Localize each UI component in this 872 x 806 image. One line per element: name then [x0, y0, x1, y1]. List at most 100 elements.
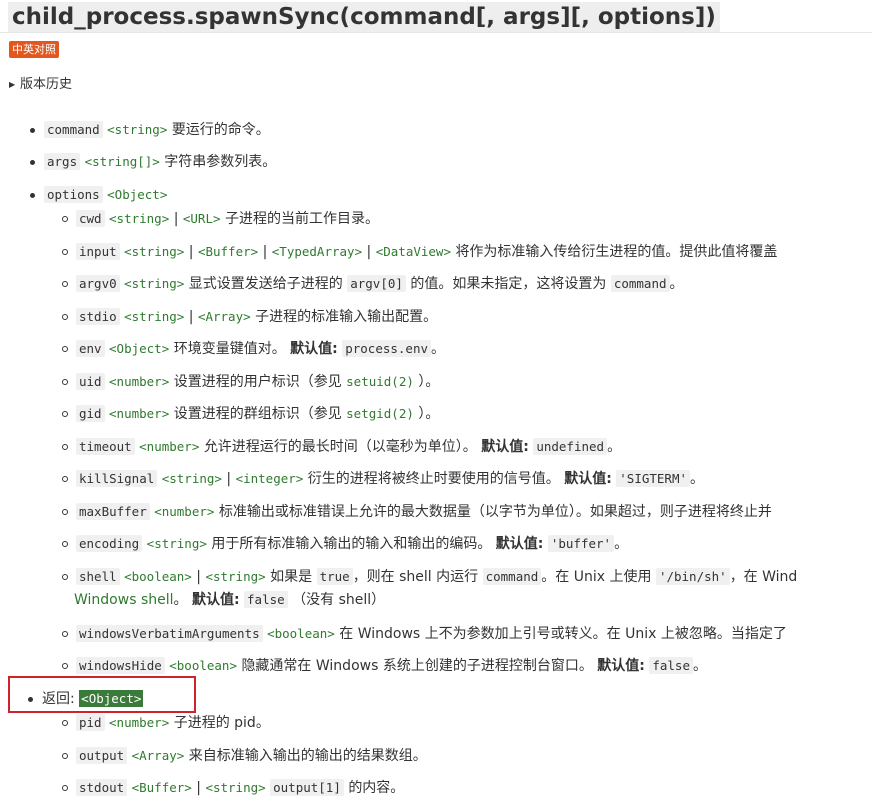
inline-code: command	[482, 568, 542, 585]
bullet-icon	[62, 509, 68, 515]
type-separator: |	[226, 471, 232, 487]
type-separator: |	[262, 244, 268, 260]
option-input: input <string> | <Buffer> | <TypedArray>…	[62, 241, 778, 263]
option-description: （没有 shell）	[292, 592, 386, 608]
punctuation: 。	[690, 471, 704, 487]
type-link[interactable]: <Array>	[198, 309, 251, 324]
default-label: 默认值:	[495, 536, 544, 552]
option-encoding: encoding <string> 用于所有标准输入输出的输入和输出的编码。 默…	[62, 533, 629, 555]
type-separator: |	[188, 309, 194, 325]
option-name: argv0	[76, 275, 120, 292]
option-description: 隐藏通常在 Windows 系统上创建的子进程控制台窗口。	[241, 658, 593, 674]
manpage-link[interactable]: setuid(2)	[346, 374, 414, 389]
type-link[interactable]: <boolean>	[124, 569, 192, 584]
type-link[interactable]: <number>	[109, 715, 169, 730]
parameter-list: command <string> 要运行的命令。 args <string[]>…	[0, 0, 872, 806]
option-argv0: argv0 <string> 显式设置发送给子进程的 argv[0] 的值。如果…	[62, 273, 684, 295]
bullet-icon	[30, 193, 35, 198]
bullet-icon	[30, 128, 35, 133]
option-name: encoding	[76, 535, 143, 552]
type-link[interactable]: <string>	[109, 211, 169, 226]
type-link[interactable]: <boolean>	[267, 626, 335, 641]
option-cwd: cwd <string> | <URL> 子进程的当前工作目录。	[62, 208, 379, 230]
type-link[interactable]: <string>	[205, 780, 265, 795]
default-label: 默认值:	[564, 471, 612, 487]
returns-type-link[interactable]: <Object>	[79, 690, 144, 707]
param-args: args <string[]> 字符串参数列表。	[30, 151, 276, 173]
type-link[interactable]: <string[]>	[85, 154, 160, 169]
option-description: 将作为标准输入传给衍生进程的值。提供此值将覆盖	[455, 244, 778, 260]
default-label: 默认值:	[191, 592, 240, 608]
option-description: 的值。如果未指定，这将设置为	[410, 276, 607, 292]
option-name: cwd	[76, 210, 105, 227]
type-link[interactable]: <URL>	[183, 211, 221, 226]
option-description: 显式设置发送给子进程的	[188, 276, 343, 292]
windows-shell-link[interactable]: Windows shell	[74, 592, 174, 608]
type-link[interactable]: <number>	[154, 504, 214, 519]
option-name: env	[76, 340, 105, 357]
type-link[interactable]: <Object>	[109, 341, 169, 356]
return-field-name: output	[76, 747, 128, 764]
returns-label: 返回:	[42, 691, 75, 707]
inline-code: argv[0]	[347, 275, 406, 292]
manpage-link[interactable]: setgid(2)	[346, 406, 414, 421]
bullet-icon	[62, 411, 68, 417]
option-stdio: stdio <string> | <Array> 子进程的标准输入输出配置。	[62, 306, 438, 328]
option-name: killSignal	[76, 470, 158, 487]
type-link[interactable]: <TypedArray>	[272, 244, 362, 259]
bullet-icon	[28, 697, 33, 702]
type-link[interactable]: <boolean>	[169, 658, 237, 673]
option-description: 环境变量键值对。	[173, 341, 286, 357]
param-description: 要运行的命令。	[171, 122, 270, 138]
option-name: windowsHide	[76, 657, 165, 674]
option-env: env <Object> 环境变量键值对。 默认值: process.env。	[62, 338, 445, 360]
type-link[interactable]: <string>	[124, 244, 184, 259]
type-link[interactable]: <string>	[147, 536, 207, 551]
type-link[interactable]: <string>	[107, 122, 167, 137]
default-label: 默认值:	[597, 658, 645, 674]
default-value: false	[244, 591, 288, 608]
punctuation: 。	[614, 536, 629, 552]
type-link[interactable]: <Array>	[132, 748, 185, 763]
punctuation: 。	[693, 658, 707, 674]
default-value: 'buffer'	[547, 535, 615, 552]
param-name: args	[44, 153, 81, 170]
bullet-icon	[30, 160, 35, 165]
type-link[interactable]: <string>	[162, 471, 222, 486]
type-link[interactable]: <DataView>	[376, 244, 451, 259]
type-link[interactable]: <Object>	[107, 187, 167, 202]
type-link[interactable]: <Buffer>	[198, 244, 258, 259]
option-description: 在 Windows 上不为参数加上引号或转义。在 Unix 上被忽略。当指定了	[339, 626, 787, 642]
option-description: 子进程的标准输入输出配置。	[255, 309, 438, 325]
option-uid: uid <number> 设置进程的用户标识（参见 setuid(2) ）。	[62, 371, 439, 393]
punctuation: 。	[173, 592, 188, 608]
bullet-icon	[62, 663, 68, 669]
option-description: 。在 Unix 上使用	[541, 569, 652, 585]
option-name: stdio	[76, 308, 120, 325]
inline-code: '/bin/sh'	[655, 568, 730, 585]
option-description: 允许进程运行的最长时间（以毫秒为单位）。	[203, 439, 477, 455]
type-link[interactable]: <Buffer>	[132, 780, 192, 795]
bullet-icon	[62, 249, 68, 255]
type-link[interactable]: <number>	[139, 439, 199, 454]
inline-code: true	[316, 568, 353, 585]
option-description: ，在 Wind	[729, 569, 798, 585]
param-options: options <Object>	[30, 184, 167, 206]
type-link[interactable]: <integer>	[236, 471, 304, 486]
type-link[interactable]: <number>	[109, 374, 169, 389]
option-name: input	[76, 243, 120, 260]
type-link[interactable]: <string>	[124, 309, 184, 324]
type-link[interactable]: <string>	[205, 569, 265, 584]
return-field-description: 子进程的 pid。	[173, 715, 270, 731]
type-link[interactable]: <string>	[124, 276, 184, 291]
return-stdout: stdout <Buffer> | <string> output[1] 的内容…	[62, 777, 404, 799]
bullet-icon	[62, 785, 68, 791]
default-value: 'SIGTERM'	[616, 470, 690, 487]
default-label: 默认值:	[290, 341, 338, 357]
option-description: ）。	[418, 406, 440, 422]
option-maxBuffer: maxBuffer <number> 标准输出或标准错误上允许的最大数据量（以字…	[62, 501, 772, 523]
default-value: undefined	[533, 438, 608, 455]
type-link[interactable]: <number>	[109, 406, 169, 421]
type-separator: |	[196, 569, 201, 585]
bullet-icon	[62, 281, 68, 287]
